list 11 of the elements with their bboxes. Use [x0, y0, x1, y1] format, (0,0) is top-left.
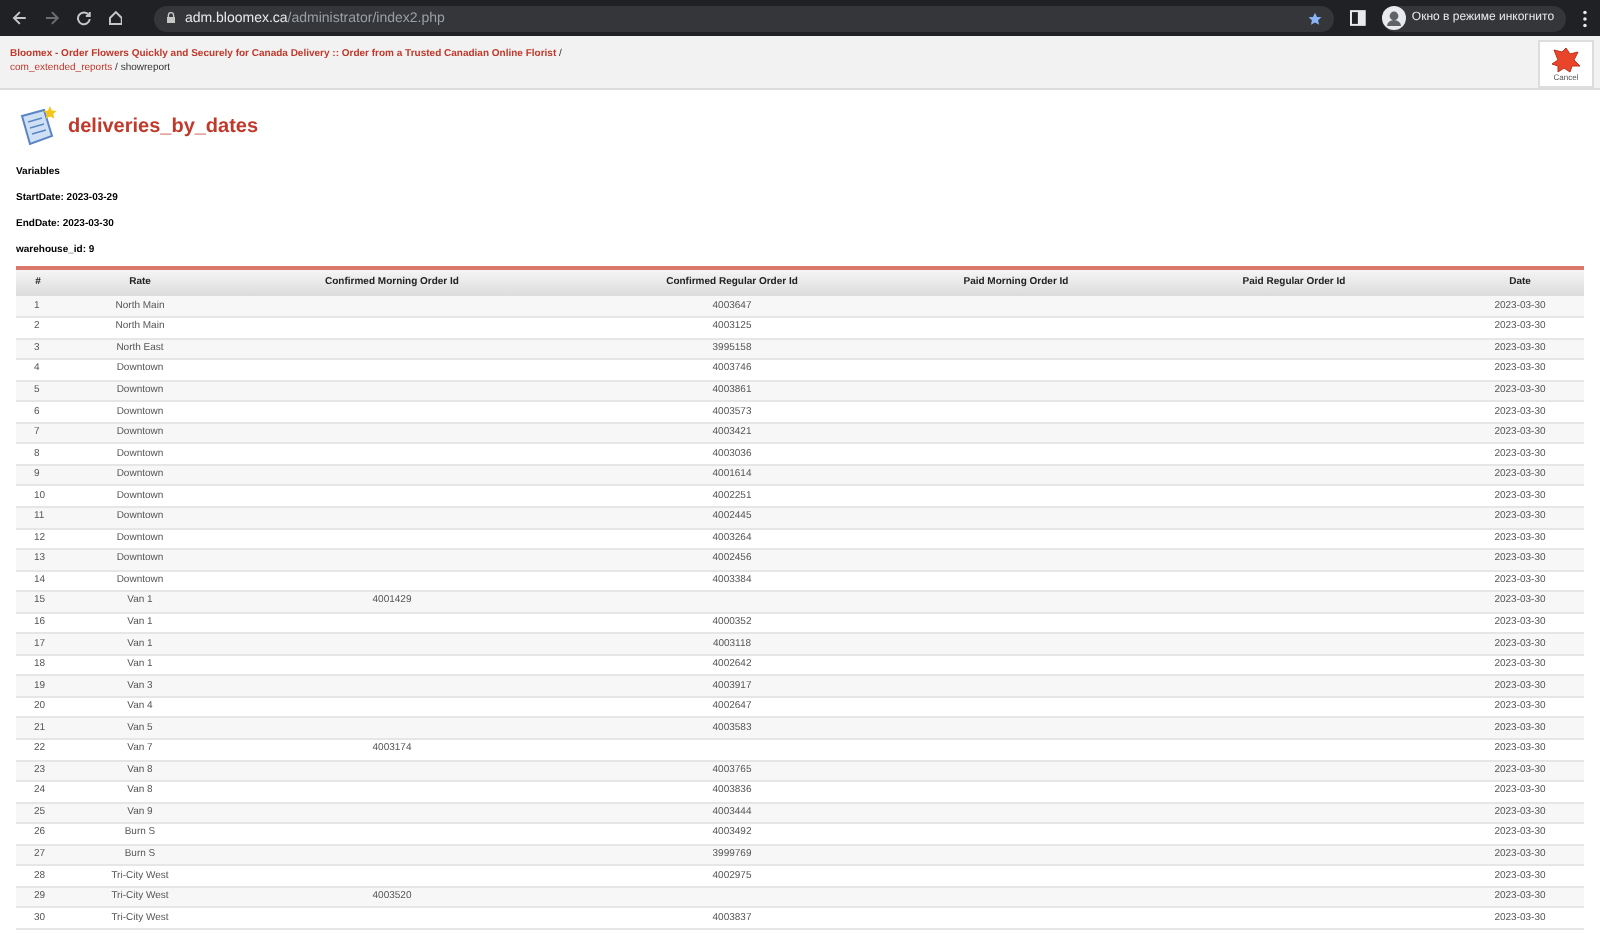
back-icon[interactable]	[12, 10, 28, 26]
report-title: deliveries_by_dates	[68, 113, 259, 141]
avatar-icon	[1381, 6, 1406, 30]
forward-icon[interactable]	[43, 10, 60, 26]
star-icon[interactable]	[1308, 11, 1323, 25]
reload-icon[interactable]	[75, 10, 92, 26]
menu-icon[interactable]	[1582, 9, 1589, 27]
home-icon[interactable]	[107, 10, 123, 26]
lock-icon	[166, 12, 177, 24]
notepad-icon	[16, 104, 60, 148]
sidebar-icon[interactable]	[1350, 10, 1366, 26]
